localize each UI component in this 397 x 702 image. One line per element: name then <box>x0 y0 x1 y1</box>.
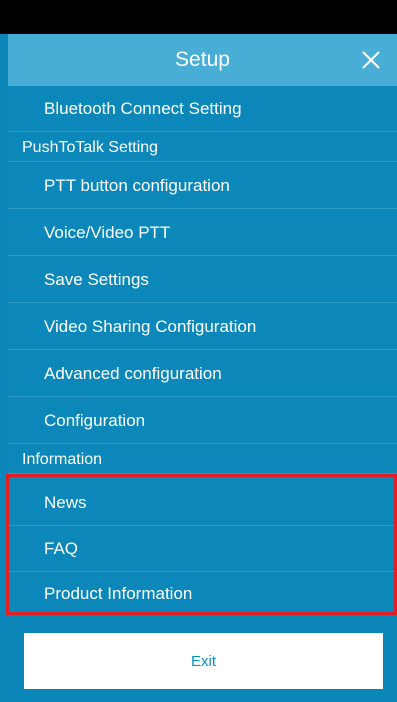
menu-item-bluetooth[interactable]: Bluetooth Connect Setting <box>8 86 397 132</box>
exit-button[interactable]: Exit <box>24 633 383 689</box>
menu-item-save-settings[interactable]: Save Settings <box>8 257 397 303</box>
menu-item-product-information[interactable]: Product Information <box>8 571 397 617</box>
section-header-ptt: PushToTalk Setting <box>8 134 397 162</box>
menu-item-video-sharing[interactable]: Video Sharing Configuration <box>8 304 397 350</box>
menu-item-configuration[interactable]: Configuration <box>8 398 397 444</box>
menu-item-faq[interactable]: FAQ <box>8 526 397 572</box>
close-icon[interactable] <box>359 48 383 72</box>
menu-item-news[interactable]: News <box>8 480 397 526</box>
menu-item-voice-video-ptt[interactable]: Voice/Video PTT <box>8 210 397 256</box>
header: Setup <box>8 34 397 86</box>
menu-item-ptt-button[interactable]: PTT button configuration <box>8 163 397 209</box>
menu-item-advanced[interactable]: Advanced configuration <box>8 351 397 397</box>
page-title: Setup <box>175 48 230 71</box>
status-bar <box>0 0 397 34</box>
section-header-information: Information <box>8 446 397 474</box>
